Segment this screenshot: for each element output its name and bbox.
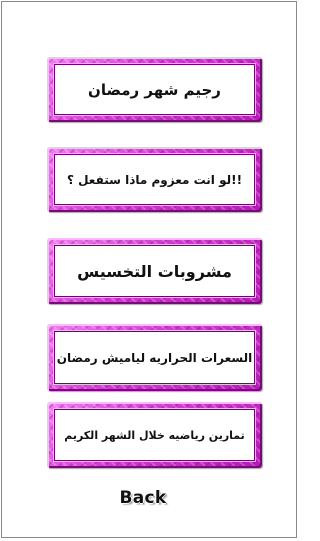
menu-label-ramadan-exercises: تمارين رياضيه خلال الشهر الكريم — [64, 428, 245, 442]
menu-label-slimming-drinks: مشروبات التخسيس — [77, 261, 232, 281]
menu-button-ramadan-exercises[interactable]: تمارين رياضيه خلال الشهر الكريم — [47, 402, 262, 468]
back-button[interactable]: Back — [116, 486, 170, 510]
menu-button-ramadan-diet[interactable]: رجيم شهر رمضان — [47, 57, 262, 122]
menu-button-inner: رجيم شهر رمضان — [54, 64, 255, 115]
menu-button-slimming-drinks[interactable]: مشروبات التخسيس — [47, 238, 262, 304]
menu-button-inner: !!لو انت معزوم ماذا ستفعل ؟ — [54, 154, 255, 205]
menu-label-ramadan-diet: رجيم شهر رمضان — [88, 80, 221, 99]
menu-button-inner: تمارين رياضيه خلال الشهر الكريم — [54, 409, 255, 461]
menu-button-invited-guest[interactable]: !!لو انت معزوم ماذا ستفعل ؟ — [47, 147, 262, 212]
menu-label-invited-guest: !!لو انت معزوم ماذا ستفعل ؟ — [66, 172, 243, 187]
menu-button-inner: مشروبات التخسيس — [54, 245, 255, 297]
menu-button-ramadan-calories[interactable]: السعرات الحراريه لياميش رمضان — [47, 324, 262, 391]
menu-button-inner: السعرات الحراريه لياميش رمضان — [54, 331, 255, 384]
screen-frame: رجيم شهر رمضان !!لو انت معزوم ماذا ستفعل… — [1, 1, 297, 538]
menu-label-ramadan-calories: السعرات الحراريه لياميش رمضان — [56, 350, 253, 365]
